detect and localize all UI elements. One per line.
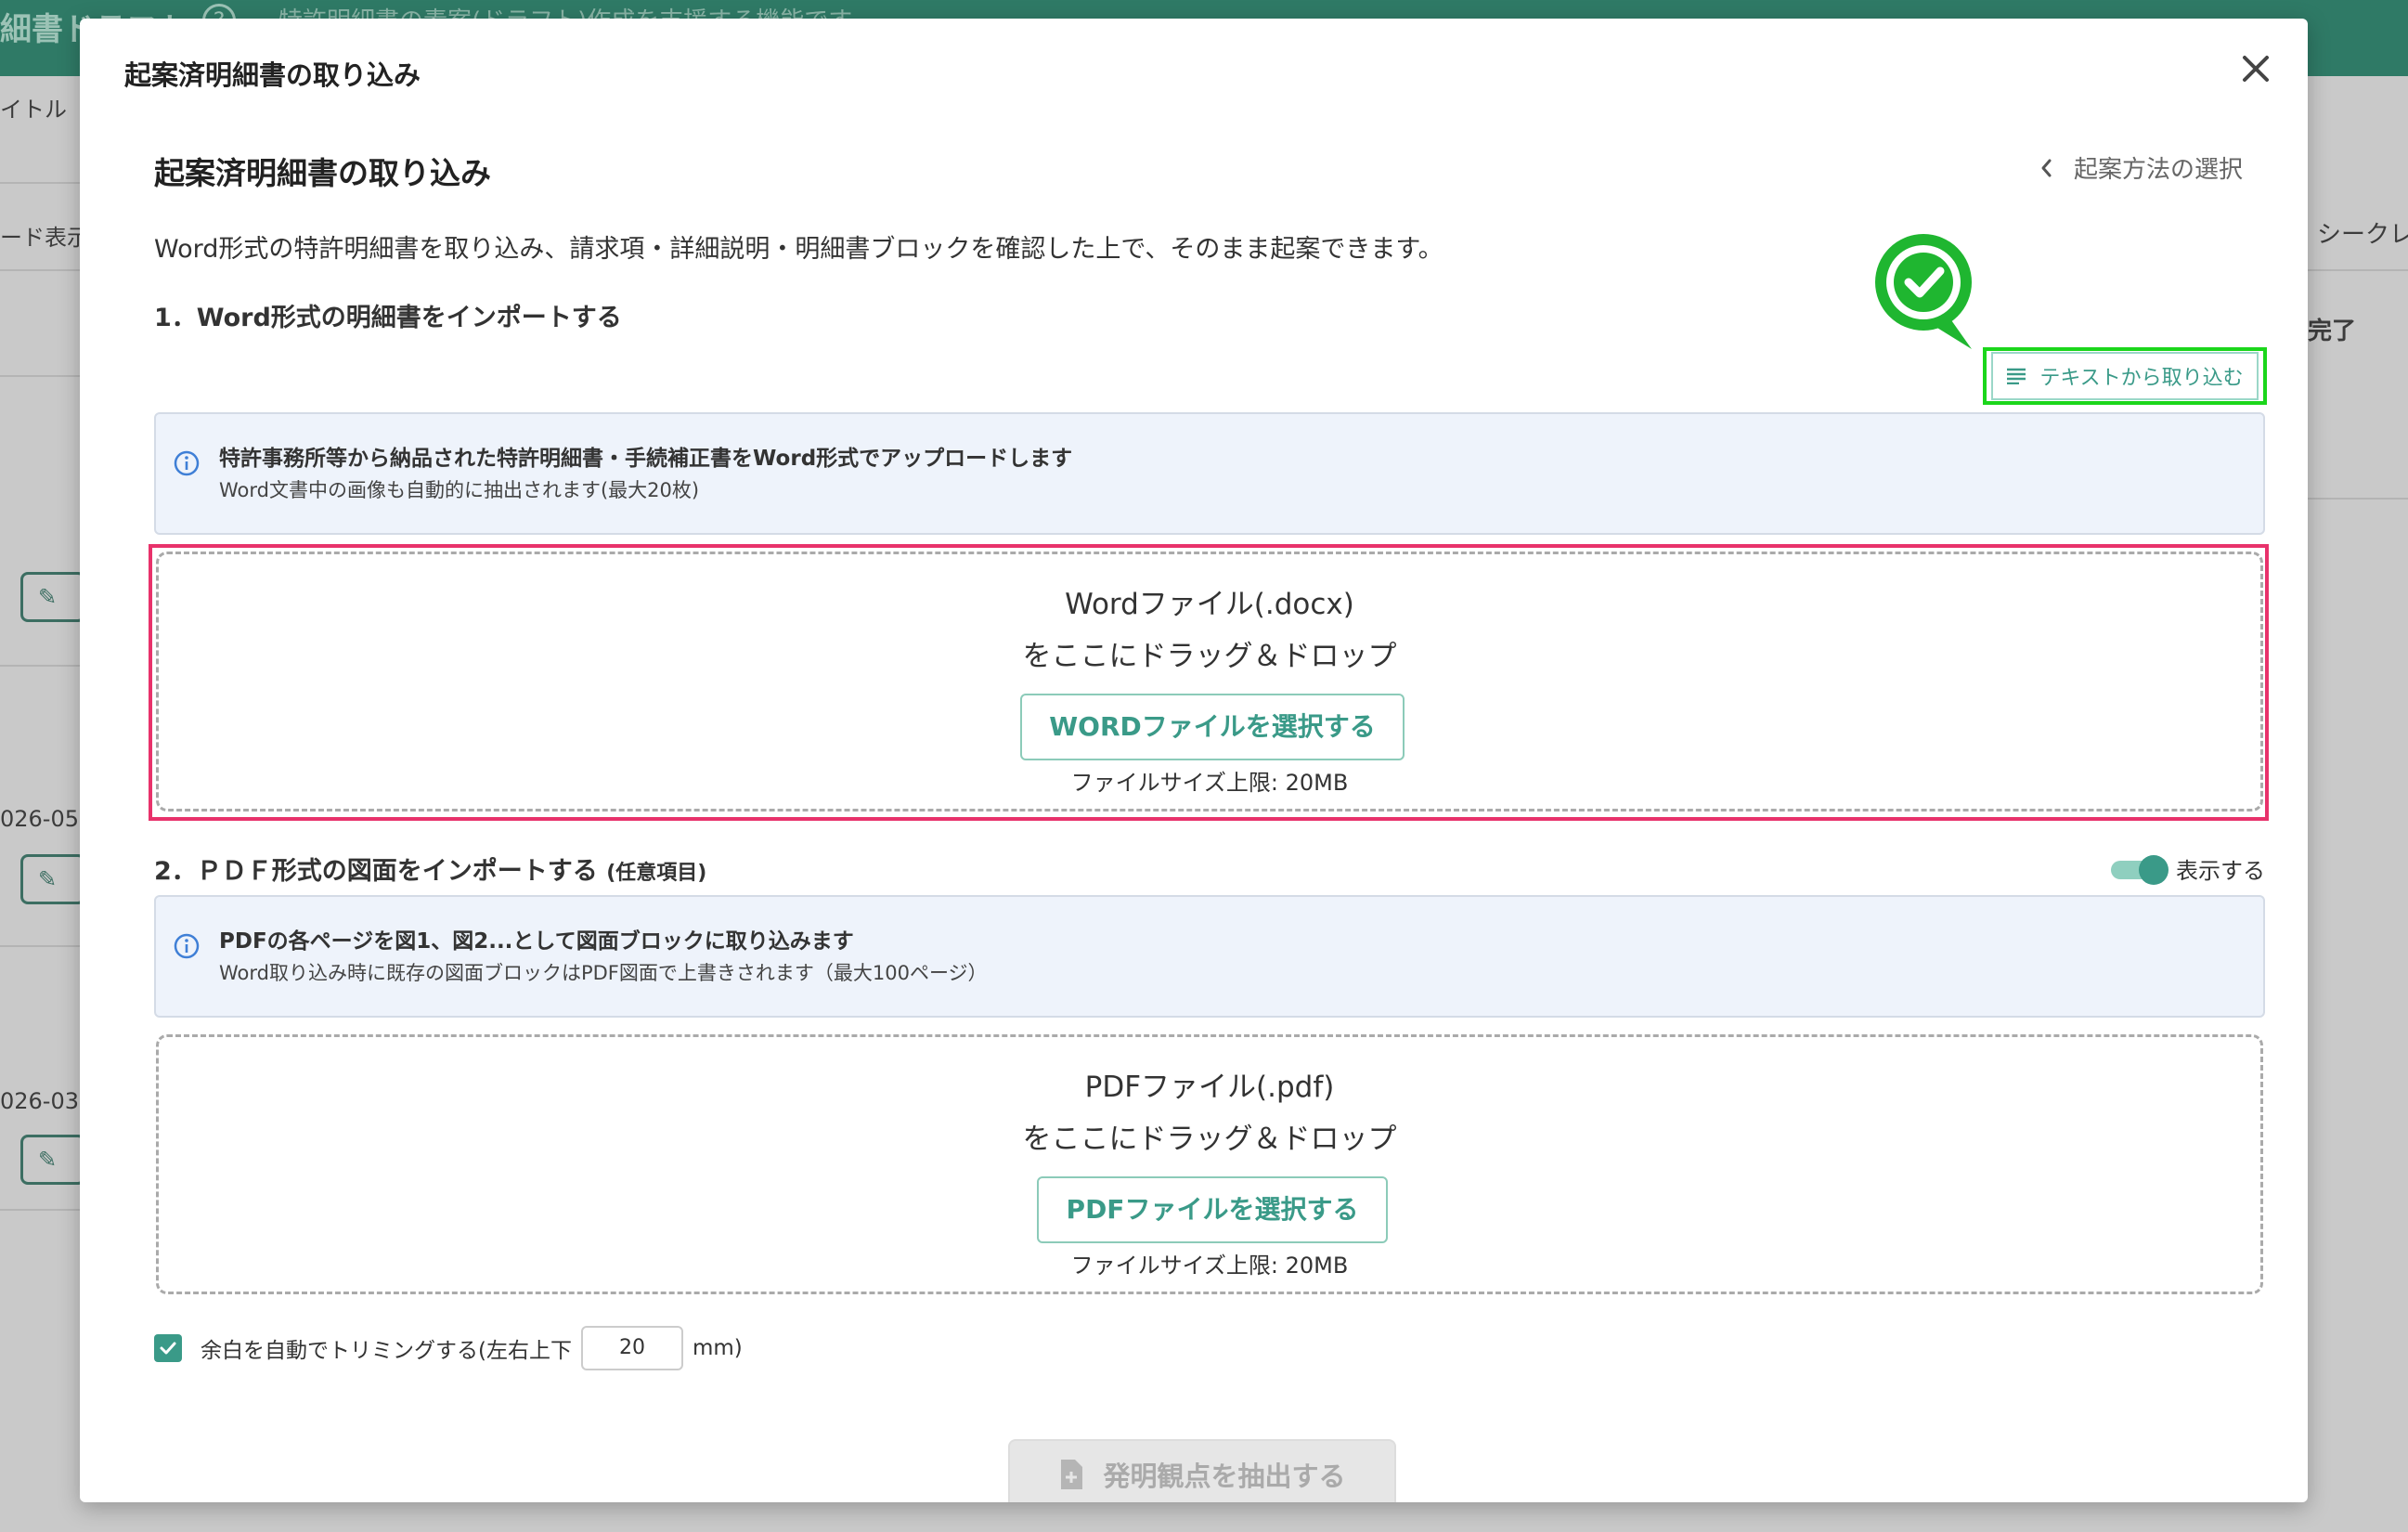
check-badge-icon bbox=[1871, 230, 1983, 370]
pdf-dropzone-instruction: をここにドラッグ＆ドロップ bbox=[1022, 1123, 1397, 1156]
modal-description: Word形式の特許明細書を取り込み、請求項・詳細説明・明細書ブロックを確認した上… bbox=[154, 235, 1444, 264]
bg-date-2: 026-03- bbox=[0, 1088, 87, 1114]
toggle-switch[interactable] bbox=[2111, 854, 2168, 885]
step2-title-text: 2．ＰＤＦ形式の図面をインポートする bbox=[154, 857, 598, 886]
back-to-method-link[interactable]: 起案方法の選択 bbox=[2039, 150, 2243, 185]
trim-margin-input[interactable]: 20 bbox=[580, 1326, 683, 1370]
close-icon[interactable] bbox=[2233, 46, 2278, 91]
bg-date-1: 026-05- bbox=[0, 806, 87, 832]
bg-secret-label: シークレ bbox=[2317, 221, 2408, 249]
word-dropzone-filetype: Wordファイル(.docx) bbox=[1065, 588, 1354, 621]
step1-info-main: 特許事務所等から納品された特許明細書・手続補正書をWord形式でアップロードしま… bbox=[219, 447, 1073, 471]
bg-label-title: イトル bbox=[0, 97, 67, 123]
pdf-size-limit: ファイルサイズ上限: 20MB bbox=[1070, 1253, 1349, 1279]
word-dropzone[interactable]: Wordファイル(.docx) をここにドラッグ＆ドロップ WORDファイルを選… bbox=[156, 552, 2263, 811]
trim-checkbox[interactable] bbox=[154, 1334, 182, 1362]
section-title: 起案済明細書の取り込み bbox=[154, 155, 491, 191]
bg-divider bbox=[0, 945, 80, 947]
import-modal: 起案済明細書の取り込み 起案済明細書の取り込み 起案方法の選択 Word形式の特… bbox=[80, 19, 2308, 1502]
bg-complete-label: 完了 bbox=[2308, 318, 2357, 345]
step1-info-sub: Word文書中の画像も自動的に抽出されます(最大20枚) bbox=[219, 479, 700, 501]
chevron-left-icon bbox=[2041, 159, 2052, 176]
bg-label-view: ード表示 bbox=[0, 225, 89, 251]
word-dropzone-instruction: をここにドラッグ＆ドロップ bbox=[1022, 640, 1397, 673]
pdf-dropzone-filetype: PDFファイル(.pdf) bbox=[1084, 1071, 1335, 1104]
select-word-file-button[interactable]: WORDファイルを選択する bbox=[1020, 694, 1405, 760]
step2-title: 2．ＰＤＦ形式の図面をインポートする (任意項目) bbox=[154, 850, 706, 887]
text-import-label: テキストから取り込む bbox=[2039, 367, 2244, 390]
pdf-display-toggle[interactable]: 表示する bbox=[2111, 852, 2265, 885]
bg-edit-button[interactable]: ✎ bbox=[20, 854, 85, 904]
bg-divider bbox=[0, 375, 80, 377]
toggle-label: 表示する bbox=[2176, 858, 2265, 884]
bg-divider bbox=[0, 665, 80, 667]
step2-info-main: PDFの各ページを図1、図2...として図面ブロックに取り込みます bbox=[219, 929, 854, 954]
bg-divider bbox=[0, 182, 80, 184]
bg-edit-button[interactable]: ✎ bbox=[20, 572, 85, 622]
modal-title: 起案済明細書の取り込み bbox=[124, 59, 421, 91]
trim-label: 余白を自動でトリミングする(左右上下 bbox=[201, 1339, 572, 1363]
trim-unit: mm) bbox=[692, 1336, 743, 1360]
extract-invention-button[interactable]: 発明観点を抽出する bbox=[1008, 1439, 1396, 1502]
toggle-knob bbox=[2139, 854, 2168, 885]
bg-edit-button[interactable]: ✎ bbox=[20, 1135, 85, 1185]
info-icon bbox=[174, 933, 200, 959]
step2-optional-label: (任意項目) bbox=[606, 862, 707, 885]
step2-info-sub: Word取り込み時に既存の図面ブロックはPDF図面で上書きされます（最大100ペ… bbox=[219, 962, 988, 984]
bg-divider bbox=[2308, 498, 2408, 500]
bg-divider bbox=[0, 269, 80, 271]
step1-title: 1．Word形式の明細書をインポートする bbox=[154, 304, 622, 332]
bg-divider bbox=[0, 1209, 80, 1211]
select-pdf-file-button[interactable]: PDFファイルを選択する bbox=[1037, 1176, 1388, 1243]
step2-info-box: PDFの各ページを図1、図2...として図面ブロックに取り込みます Word取り… bbox=[154, 895, 2265, 1018]
bg-divider bbox=[2308, 269, 2408, 271]
lines-icon bbox=[2007, 368, 2026, 384]
pdf-dropzone[interactable]: PDFファイル(.pdf) をここにドラッグ＆ドロップ PDFファイルを選択する… bbox=[156, 1034, 2263, 1294]
step1-info-box: 特許事務所等から納品された特許明細書・手続補正書をWord形式でアップロードしま… bbox=[154, 412, 2265, 535]
trim-option-row: 余白を自動でトリミングする(左右上下 20 mm) bbox=[154, 1326, 743, 1370]
check-icon bbox=[160, 1342, 176, 1355]
extract-button-label: 発明観点を抽出する bbox=[1103, 1461, 1346, 1492]
info-icon bbox=[174, 450, 200, 476]
text-import-button[interactable]: テキストから取り込む bbox=[1983, 347, 2267, 405]
document-plus-icon bbox=[1061, 1460, 1083, 1489]
word-size-limit: ファイルサイズ上限: 20MB bbox=[1070, 770, 1349, 796]
back-link-label: 起案方法の選択 bbox=[2074, 156, 2244, 184]
